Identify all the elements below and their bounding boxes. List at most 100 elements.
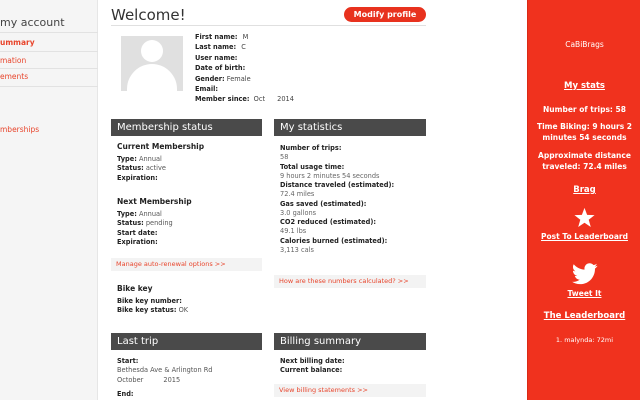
profile-last-name: Last name: C — [195, 42, 294, 52]
post-to-leaderboard-link[interactable]: Post To Leaderboard — [528, 232, 640, 241]
dob-label: Date of birth: — [195, 64, 246, 73]
avatar-head-icon — [141, 40, 163, 62]
page-title: Welcome! — [111, 6, 186, 24]
star-icon[interactable] — [574, 207, 595, 228]
nav-item-information[interactable]: mation — [0, 56, 26, 65]
nav-divider — [0, 51, 98, 52]
nav-item-memberships[interactable]: mberships — [0, 125, 39, 134]
trip-start-label: Start: — [117, 357, 139, 365]
current-type-value: Annual — [138, 155, 162, 163]
gas-value: 3.0 gallons — [280, 208, 317, 217]
profile-first-name: First name: M — [195, 32, 294, 42]
nav-divider — [0, 68, 98, 69]
gender-label: Gender: — [195, 74, 225, 83]
my-stats-link[interactable]: My stats — [528, 81, 640, 91]
calories-value: 3,113 cals — [280, 245, 314, 254]
first-name-value: M — [242, 33, 249, 41]
cabibrags-sidebar: CaBiBrags My stats Number of trips: 58 T… — [527, 0, 640, 400]
member-since-month: Oct — [253, 95, 266, 104]
current-expiration-label: Expiration: — [117, 173, 158, 182]
gender-value: Female — [226, 74, 251, 83]
current-status-label: Status: — [117, 164, 144, 173]
statistics-list: Number of trips: 58 Total usage time: 9 … — [280, 144, 394, 256]
current-membership-details: Type: Annual Status: active Expiration: — [117, 155, 166, 183]
co2-value: 49.1 lbs — [280, 227, 307, 236]
header-divider — [111, 25, 426, 26]
trip-end-label: End: — [117, 390, 134, 399]
bike-key-number-label: Bike key number: — [117, 297, 182, 305]
next-type-label: Type: — [117, 210, 137, 218]
sidebar-distance-line-1: Approximate distance — [538, 151, 631, 160]
billing-summary-header: Billing summary — [274, 333, 426, 350]
next-type-value: Annual — [138, 210, 162, 218]
billing-statements-link[interactable]: View billing statements >> — [274, 384, 426, 397]
last-name-label: Last name: — [195, 43, 237, 52]
next-expiration-label: Expiration: — [117, 238, 158, 247]
bike-key-status-value: OK — [178, 306, 189, 315]
sidebar-distance-line-2: traveled: 72.4 miles — [542, 162, 627, 171]
current-type-label: Type: — [117, 155, 137, 163]
profile-dob: Date of birth: — [195, 63, 294, 73]
email-label: Email: — [195, 84, 218, 93]
last-trip-panel: Start: Bethesda Ave & Arlington Rd Octob… — [111, 350, 262, 400]
profile-user-name: User name: — [195, 53, 294, 63]
member-since-label: Member since: — [195, 95, 250, 104]
twitter-bird-icon[interactable] — [572, 263, 598, 285]
sidebar-time-line-1: Time Biking: 9 hours 2 — [536, 122, 633, 131]
sidebar-time-line-2: minutes 54 seconds — [542, 133, 627, 142]
leaderboard-entry: 1. malynda: 72mi — [555, 336, 614, 344]
distance-label: Distance traveled (estimated): — [280, 181, 395, 190]
current-status-value: active — [145, 164, 166, 173]
next-billing-label: Next billing date: — [280, 357, 345, 365]
membership-status-panel: Current Membership Type: Annual Status: … — [111, 136, 262, 322]
current-membership-title: Current Membership — [117, 142, 205, 151]
bike-key-status-label: Bike key status: — [117, 306, 177, 315]
billing-summary-panel: Next billing date: Current balance: View… — [274, 350, 426, 400]
nav-divider — [0, 86, 98, 87]
membership-status-header: Membership status — [111, 119, 262, 136]
trip-start-location: Bethesda Ave & Arlington Rd — [117, 366, 213, 375]
profile-member-since: Member since: Oct 2014 — [195, 94, 294, 104]
bike-key-title: Bike key — [117, 284, 153, 293]
auto-renewal-link[interactable]: Manage auto-renewal options >> — [111, 258, 262, 271]
current-balance-label: Current balance: — [280, 366, 343, 375]
trip-start-month: October — [117, 375, 144, 384]
last-trip-header: Last trip — [111, 333, 262, 350]
last-name-value: C — [241, 43, 246, 52]
profile-email: Email: — [195, 84, 294, 94]
avatar-body-icon — [127, 64, 177, 91]
nav-title: my account — [0, 16, 65, 29]
bike-key-details: Bike key number: Bike key status: OK — [117, 297, 188, 316]
next-status-label: Status: — [117, 219, 144, 228]
trip-start-year: 2015 — [163, 375, 181, 384]
next-membership-title: Next Membership — [117, 197, 192, 206]
usage-label: Total usage time: — [280, 162, 345, 171]
gas-label: Gas saved (estimated): — [280, 199, 367, 208]
trips-label: Number of trips: — [280, 144, 342, 152]
my-statistics-panel: Number of trips: 58 Total usage time: 9 … — [274, 136, 426, 296]
nav-item-summary[interactable]: ummary — [0, 38, 35, 47]
brag-link[interactable]: Brag — [528, 185, 640, 195]
calculation-info-link[interactable]: How are these numbers calculated? >> — [274, 275, 426, 288]
next-start-label: Start date: — [117, 228, 158, 237]
calories-label: Calories burned (estimated): — [280, 236, 388, 245]
modify-profile-button[interactable]: Modify profile — [344, 7, 426, 22]
usage-value: 9 hours 2 minutes 54 seconds — [280, 171, 380, 180]
co2-label: CO2 reduced (estimated): — [280, 218, 376, 227]
sidebar-trips: Number of trips: 58 — [543, 105, 626, 114]
profile-gender: Gender: Female — [195, 74, 294, 84]
sidebar-brand: CaBiBrags — [565, 40, 604, 49]
my-statistics-header: My statistics — [274, 119, 426, 136]
trips-value: 58 — [280, 153, 289, 161]
next-status-value: pending — [145, 219, 173, 228]
left-navigation: my account ummary mation ements mbership… — [0, 0, 98, 400]
profile-info: First name: M Last name: C User name: Da… — [195, 32, 294, 105]
nav-item-statements[interactable]: ements — [0, 72, 28, 81]
tweet-it-link[interactable]: Tweet It — [528, 289, 640, 298]
nav-divider — [0, 32, 98, 33]
distance-value: 72.4 miles — [280, 190, 315, 199]
first-name-label: First name: — [195, 33, 238, 41]
the-leaderboard-link[interactable]: The Leaderboard — [528, 311, 640, 321]
member-since-year: 2014 — [277, 95, 294, 104]
avatar — [121, 36, 183, 91]
